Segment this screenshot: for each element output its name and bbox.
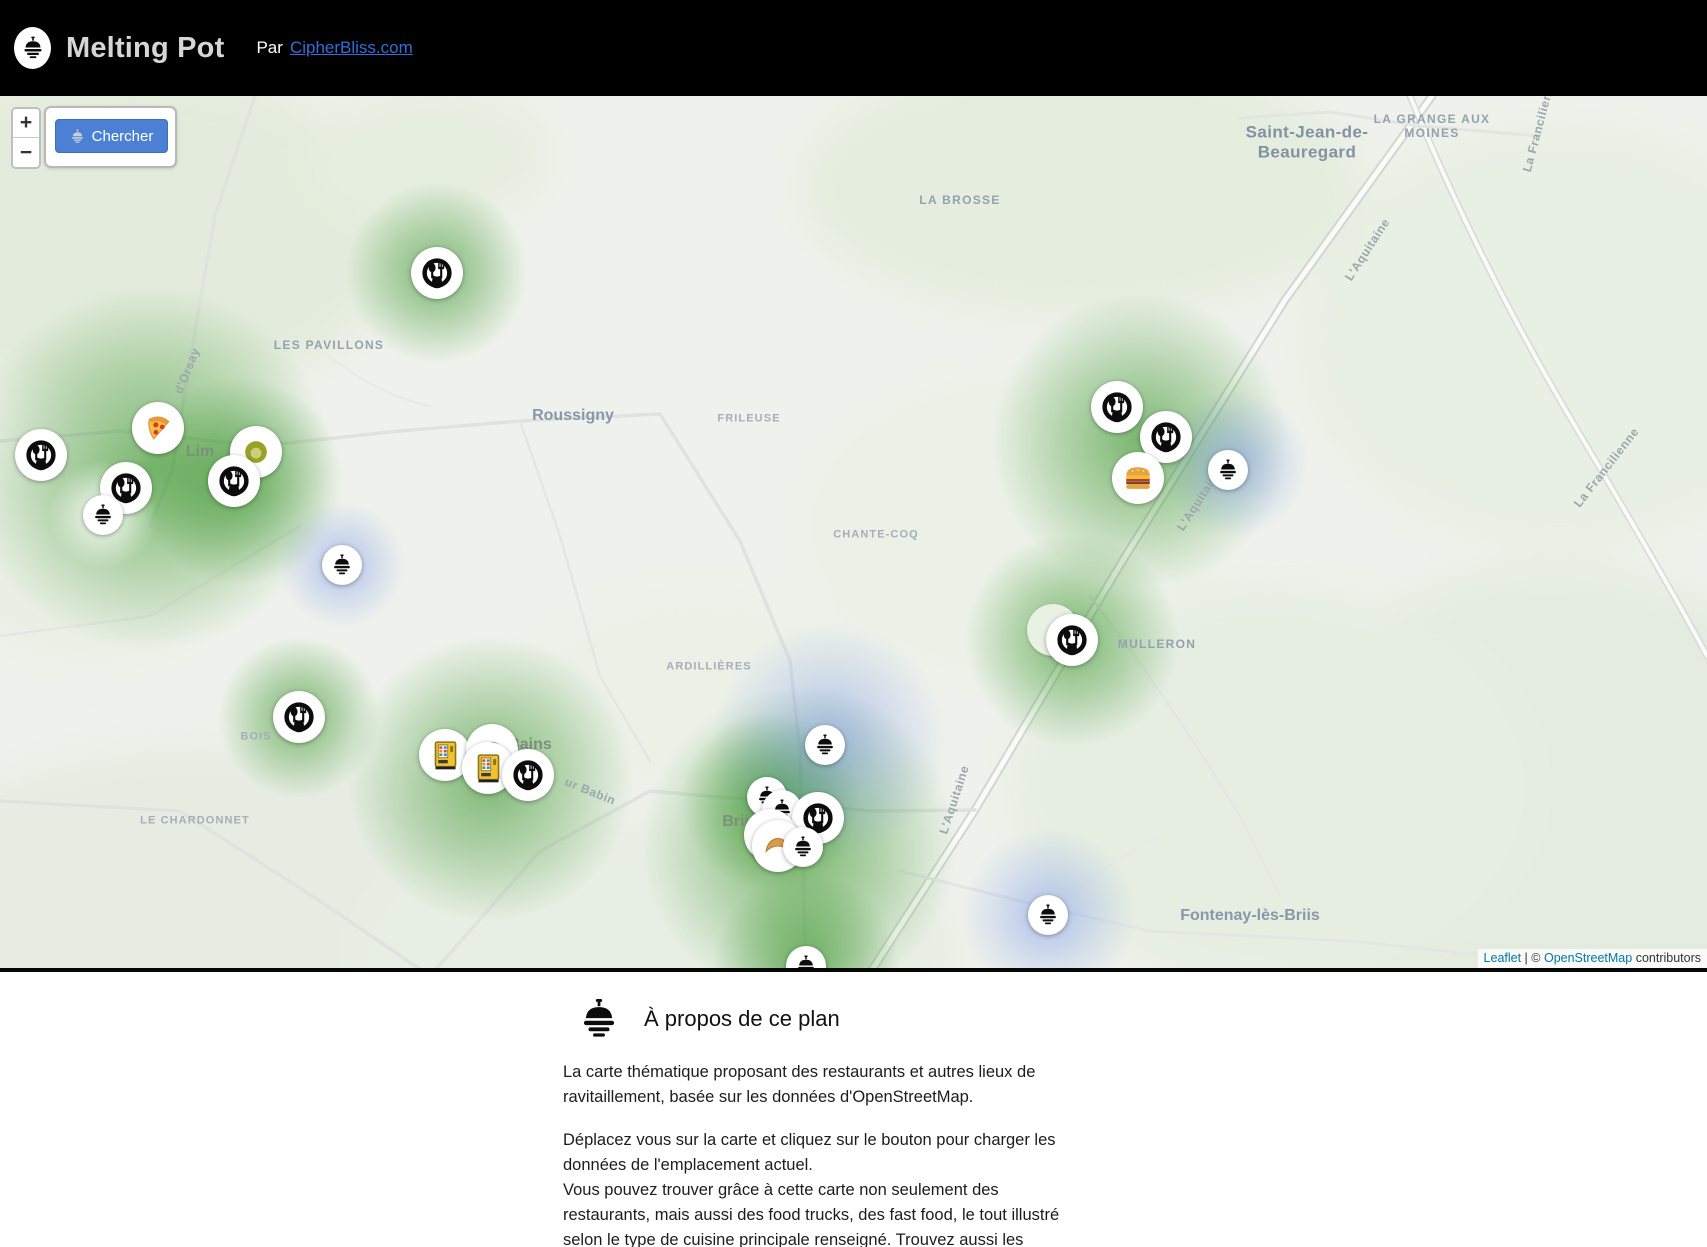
cipherbliss-link[interactable]: CipherBliss.com <box>290 38 413 58</box>
map[interactable]: Saint-Jean-de- BeauregardLA GRANGE AUX M… <box>0 96 1707 972</box>
app-header: Melting Pot Par CipherBliss.com <box>0 0 1707 96</box>
about-paragraph-2: Déplacez vous sur la carte et cliquez su… <box>563 1128 1087 1247</box>
restaurant-icon <box>23 437 59 473</box>
cloche-icon <box>1217 459 1239 481</box>
cloche-icon <box>1037 904 1059 926</box>
burger-icon <box>1123 464 1153 492</box>
about-heading: À propos de ce plan <box>644 1006 840 1032</box>
cloche-icon <box>70 129 85 144</box>
marker-restaurant[interactable] <box>502 749 554 801</box>
page: Melting Pot Par CipherBliss.com <box>0 0 1707 1247</box>
byline-prefix: Par <box>256 38 282 58</box>
cloche-icon <box>795 955 817 972</box>
about-section: À propos de ce plan La carte thématique … <box>563 996 1087 1247</box>
page-title: Melting Pot <box>66 32 224 65</box>
search-panel: Chercher <box>44 106 177 168</box>
melting-pot-logo <box>14 27 51 69</box>
vending-icon <box>433 741 458 770</box>
restaurant-icon <box>1099 389 1135 425</box>
cloche-icon <box>331 554 353 576</box>
marker-cloche[interactable] <box>322 545 362 585</box>
leaflet-link[interactable]: Leaflet <box>1484 951 1522 965</box>
restaurant-icon <box>510 757 546 793</box>
zoom-out-button[interactable]: − <box>13 138 39 167</box>
attribution-separator: | <box>1521 951 1531 965</box>
marker-restaurant[interactable] <box>1091 381 1143 433</box>
cloche-icon <box>92 504 114 526</box>
attribution-contributors: contributors <box>1632 951 1701 965</box>
marker-cloche[interactable] <box>1208 450 1248 490</box>
zoom-in-button[interactable]: + <box>13 109 39 138</box>
marker-restaurant[interactable] <box>411 247 463 299</box>
attribution-copyright: © <box>1531 951 1544 965</box>
marker-restaurant[interactable] <box>273 691 325 743</box>
search-button-label: Chercher <box>92 128 154 145</box>
marker-cloche[interactable] <box>1028 895 1068 935</box>
marker-cloche[interactable] <box>83 495 123 535</box>
cloche-icon <box>792 836 814 858</box>
byline: Par CipherBliss.com <box>256 38 412 58</box>
cloche-icon <box>21 36 45 60</box>
marker-restaurant[interactable] <box>1046 614 1098 666</box>
restaurant-icon <box>1148 419 1184 455</box>
marker-cloche[interactable] <box>783 827 823 867</box>
restaurant-icon <box>216 463 252 499</box>
marker-burger[interactable] <box>1112 452 1164 504</box>
cloche-icon <box>814 734 836 756</box>
marker-restaurant[interactable] <box>15 429 67 481</box>
marker-pizza[interactable] <box>132 402 184 454</box>
vending-icon <box>476 754 501 783</box>
cloche-icon <box>578 996 620 1042</box>
map-attribution: Leaflet | © OpenStreetMap contributors <box>1478 949 1707 968</box>
basemap-tiles <box>0 96 1707 972</box>
restaurant-icon <box>1054 622 1090 658</box>
marker-cloche[interactable] <box>805 725 845 765</box>
search-button[interactable]: Chercher <box>55 119 168 153</box>
pizza-icon <box>143 413 173 443</box>
zoom-control: + − <box>11 107 41 169</box>
marker-restaurant[interactable] <box>208 455 260 507</box>
about-paragraph-1: La carte thématique proposant des restau… <box>563 1060 1087 1110</box>
restaurant-icon <box>281 699 317 735</box>
restaurant-icon <box>419 255 455 291</box>
osm-link[interactable]: OpenStreetMap <box>1544 951 1632 965</box>
